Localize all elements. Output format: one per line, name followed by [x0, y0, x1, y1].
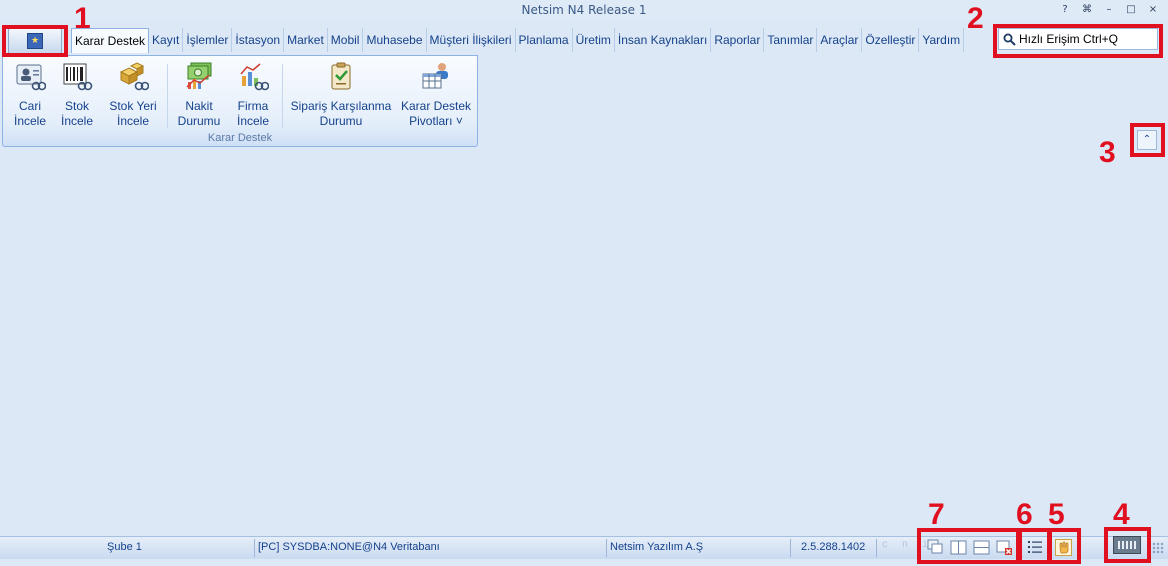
company-chart-icon	[240, 63, 270, 91]
status-divider	[876, 539, 877, 557]
tab-insan-kaynaklari[interactable]: İnsan Kaynakları	[615, 28, 712, 52]
firma-incele-line1: Firma	[237, 99, 269, 113]
annotation-number-3: 3	[1099, 136, 1116, 169]
ribbon-tabs: Karar Destek Kayıt İşlemler İstasyon Mar…	[71, 28, 965, 53]
karar-destek-pivotlari-button[interactable]: Karar Destek Pivotları ˅	[401, 60, 471, 129]
karar-destek-pivotlari-line1: Karar Destek	[401, 99, 472, 113]
annotation-box-4	[1104, 527, 1151, 563]
annotation-box-5	[1048, 528, 1081, 564]
stok-yeri-incele-line1: Stok Yeri	[109, 99, 157, 113]
tab-raporlar[interactable]: Raporlar	[711, 28, 765, 52]
resize-grip[interactable]	[1152, 542, 1164, 554]
status-divider	[606, 539, 607, 557]
tab-kayit[interactable]: Kayıt	[149, 28, 184, 52]
clipboard-check-icon	[331, 62, 351, 90]
ribbon-group-label: Karar Destek	[207, 132, 273, 144]
cari-incele-line1: Cari	[18, 99, 41, 113]
annotation-box-2	[993, 24, 1163, 58]
status-branch: Şube 1	[107, 541, 142, 553]
siparis-karsilanma-durumu-button[interactable]: Sipariş Karşılanma Durumu	[289, 60, 393, 129]
status-connection: [PC] SYSDBA:NONE@N4 Veritabanı	[258, 541, 440, 553]
annotation-box-6	[1018, 528, 1051, 564]
annotation-number-7: 7	[928, 498, 945, 531]
stok-incele-line2: İncele	[60, 114, 94, 128]
nakit-durumu-line1: Nakit	[185, 99, 213, 113]
ribbon-separator	[167, 64, 168, 128]
nakit-durumu-button[interactable]: Nakit Durumu	[175, 60, 223, 129]
title-bar: Netsim N4 Release 1 ? ⌘ – □ ×	[0, 0, 1168, 20]
tab-uretim[interactable]: Üretim	[573, 28, 615, 52]
tab-market[interactable]: Market	[284, 28, 328, 52]
annotation-number-2: 2	[967, 2, 984, 35]
boxes-icon	[119, 62, 150, 91]
window-controls: ? ⌘ – □ ×	[1056, 2, 1162, 18]
tab-yardim[interactable]: Yardım	[919, 28, 965, 52]
ribbon-panel: Cari İncele Stok İncele Stok Yeri İncele	[2, 55, 478, 147]
cari-incele-line2: İncele	[13, 114, 47, 128]
stok-incele-line1: Stok	[64, 99, 89, 113]
siparis-karsilanma-line1: Sipariş Karşılanma	[290, 99, 392, 113]
help-icon[interactable]: ?	[1056, 2, 1074, 18]
annotation-box-7	[917, 528, 1020, 564]
annotation-box-1	[2, 25, 68, 57]
annotation-number-5: 5	[1048, 498, 1065, 531]
stok-yeri-incele-line2: İncele	[116, 114, 150, 128]
options-icon[interactable]: ⌘	[1078, 2, 1096, 18]
tab-istasyon[interactable]: İstasyon	[232, 28, 285, 52]
window-title: Netsim N4 Release 1	[521, 3, 647, 17]
tab-mobil[interactable]: Mobil	[328, 28, 364, 52]
barcode-icon	[63, 63, 93, 91]
status-company: Netsim Yazılım A.Ş	[610, 541, 704, 553]
tab-tanimlar[interactable]: Tanımlar	[764, 28, 818, 52]
annotation-number-4: 4	[1113, 498, 1130, 531]
status-divider	[790, 539, 791, 557]
stok-yeri-incele-button[interactable]: Stok Yeri İncele	[105, 60, 161, 129]
nakit-durumu-line2: Durumu	[177, 114, 221, 128]
firma-incele-line2: İncele	[236, 114, 270, 128]
status-divider	[254, 539, 255, 557]
tab-muhasebe[interactable]: Muhasebe	[363, 28, 427, 52]
minimize-button[interactable]: –	[1100, 2, 1118, 18]
annotation-box-3	[1130, 123, 1165, 157]
annotation-number-6: 6	[1016, 498, 1033, 531]
close-button[interactable]: ×	[1144, 2, 1162, 18]
tab-araclar[interactable]: Araçlar	[817, 28, 863, 52]
pivot-table-icon	[422, 63, 448, 89]
tab-islemler[interactable]: İşlemler	[183, 28, 233, 52]
karar-destek-pivotlari-line2: Pivotları ˅	[409, 114, 463, 128]
tab-ozellestir[interactable]: Özelleştir	[862, 28, 920, 52]
tab-planlama[interactable]: Planlama	[516, 28, 573, 52]
status-version: 2.5.288.1402	[801, 541, 866, 553]
tab-musteri-iliskileri[interactable]: Müşteri İlişkileri	[427, 28, 516, 52]
siparis-karsilanma-line2: Durumu	[319, 114, 363, 128]
cash-chart-icon	[186, 62, 212, 89]
maximize-button[interactable]: □	[1122, 2, 1140, 18]
cari-incele-button[interactable]: Cari İncele	[11, 60, 49, 129]
firma-incele-button[interactable]: Firma İncele	[231, 60, 275, 129]
tab-karar-destek[interactable]: Karar Destek	[71, 28, 150, 53]
ribbon-separator	[282, 64, 283, 128]
customer-card-icon	[16, 64, 47, 91]
stok-incele-button[interactable]: Stok İncele	[59, 60, 95, 129]
